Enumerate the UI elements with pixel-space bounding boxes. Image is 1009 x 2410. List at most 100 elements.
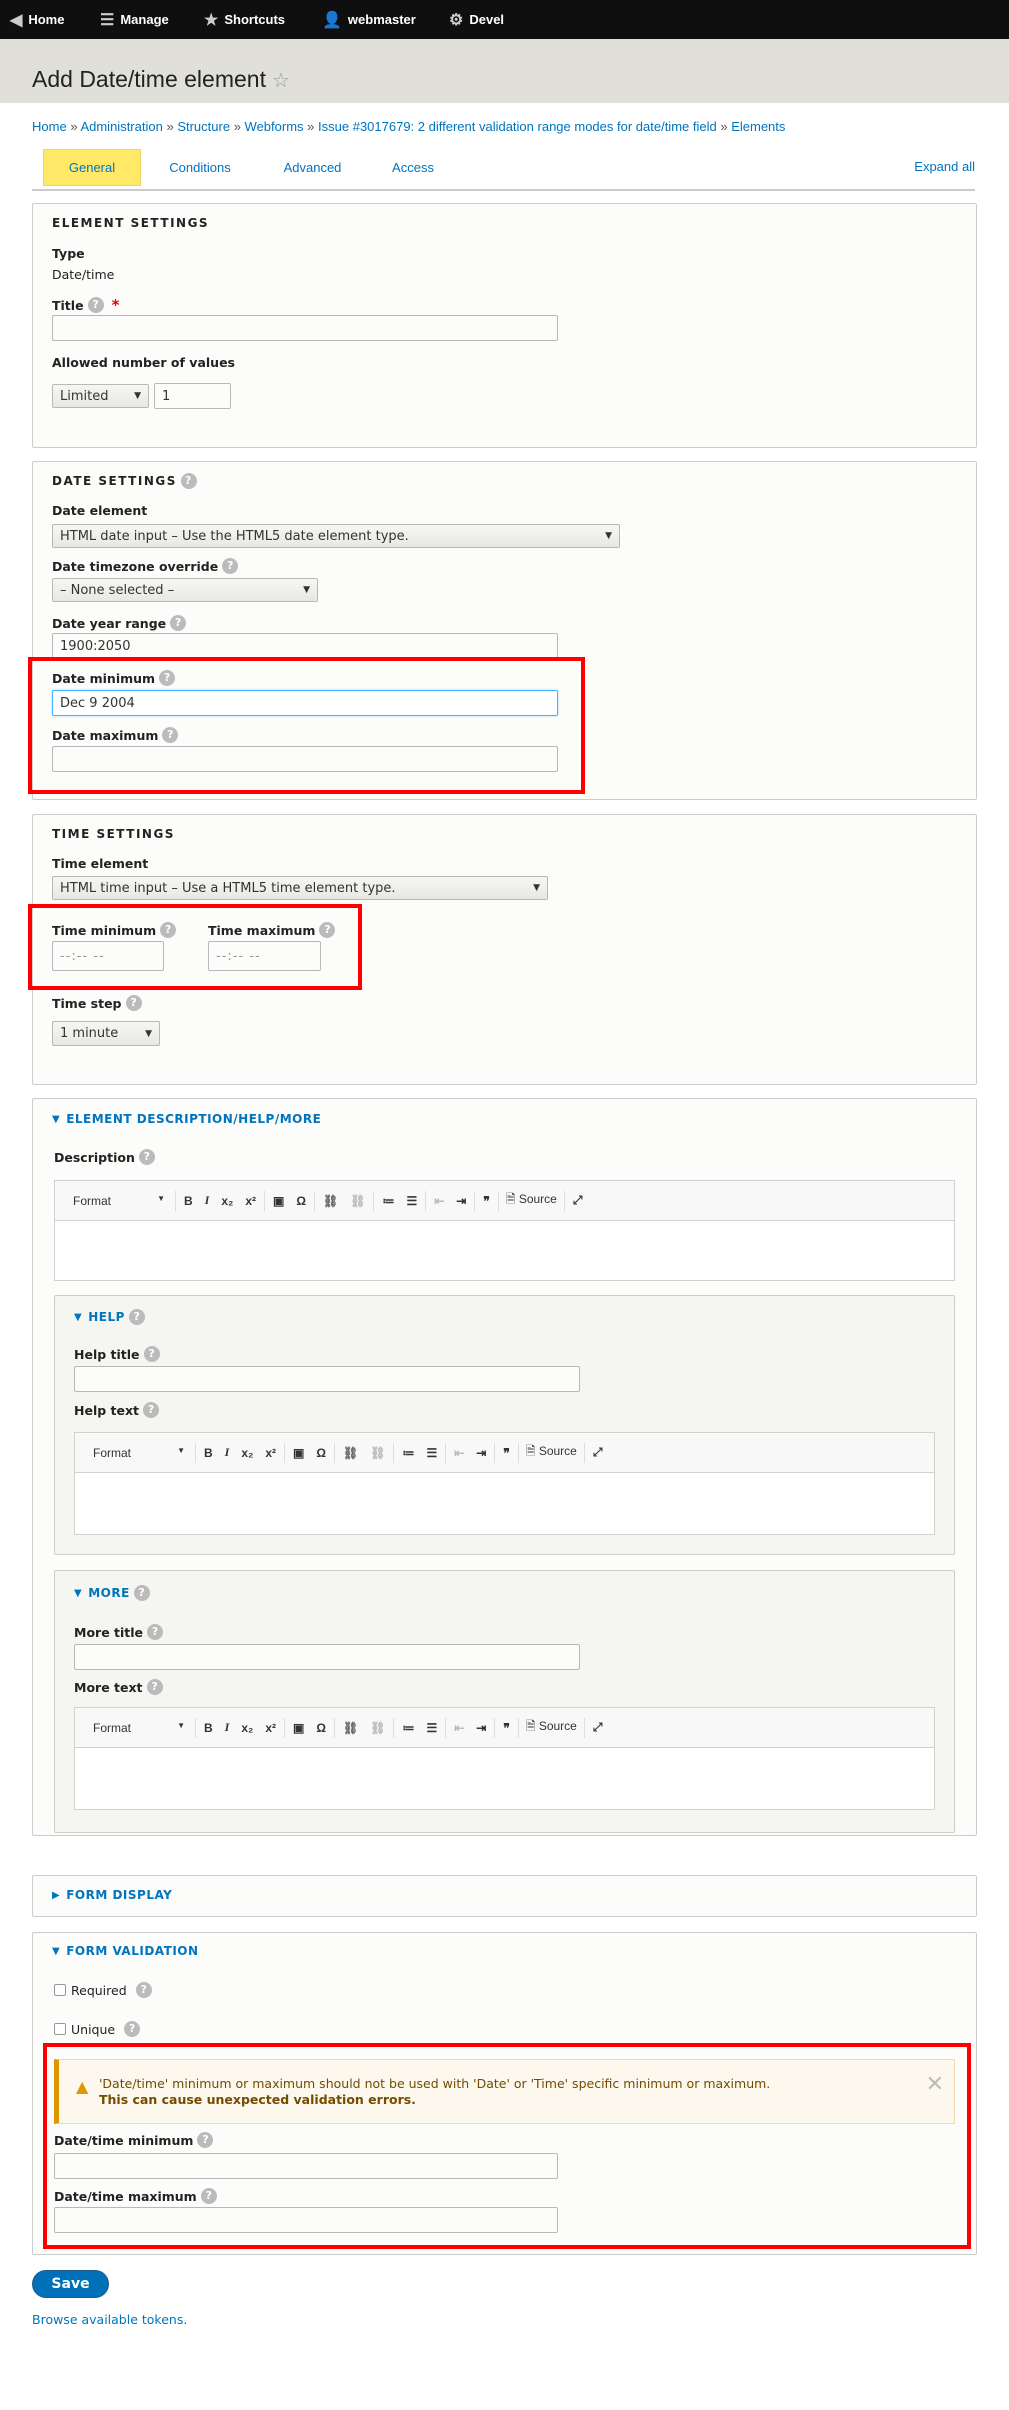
format-dropdown[interactable]: Format ▼: [93, 1446, 193, 1460]
help-icon[interactable]: [128, 1309, 145, 1325]
allowed-values-select[interactable]: Limited ▼: [52, 384, 149, 408]
numbered-list-icon[interactable]: ≔: [396, 1721, 420, 1735]
numbered-list-icon[interactable]: ≔: [396, 1446, 420, 1460]
maximize-icon[interactable]: ⤢: [587, 1445, 609, 1460]
date-minimum-input[interactable]: Dec 9 2004: [52, 690, 558, 716]
help-icon[interactable]: [124, 2021, 141, 2037]
date-year-range-input[interactable]: 1900:2050: [52, 633, 558, 659]
superscript-icon[interactable]: x²: [259, 1721, 282, 1735]
tab-general[interactable]: General: [43, 149, 141, 186]
toolbar-shortcuts[interactable]: ★ Shortcuts: [204, 0, 285, 39]
description-editor[interactable]: Format ▼ B I x₂ x² ▣ Ω ⛓ ⛓ ≔ ☰ ⇤ ⇥ ❞ 🗎 So…: [54, 1180, 955, 1281]
help-icon[interactable]: [143, 1346, 160, 1362]
indent-icon[interactable]: ⇥: [450, 1194, 472, 1208]
bulleted-list-icon[interactable]: ☰: [420, 1721, 443, 1735]
form-validation-summary[interactable]: ▼ Form validation: [52, 1944, 199, 1958]
blockquote-icon[interactable]: ❞: [497, 1721, 515, 1735]
help-text-editor[interactable]: Format ▼ B I x₂ x² ▣ Ω ⛓ ⛓ ≔ ☰ ⇤ ⇥ ❞ 🗎 So…: [74, 1432, 935, 1535]
link-icon[interactable]: ⛓: [337, 1721, 364, 1735]
breadcrumb-elements[interactable]: Elements: [731, 119, 785, 134]
datetime-minimum-input[interactable]: [54, 2153, 558, 2179]
italic-icon[interactable]: I: [219, 1720, 236, 1735]
time-maximum-input[interactable]: --:-- --: [208, 941, 321, 971]
help-icon[interactable]: [319, 922, 336, 938]
breadcrumb-issue[interactable]: Issue #3017679: 2 different validation r…: [318, 119, 717, 134]
help-icon[interactable]: [200, 2188, 217, 2204]
unique-checkbox[interactable]: Unique: [54, 2021, 141, 2037]
expand-all-link[interactable]: Expand all: [914, 159, 975, 174]
format-dropdown[interactable]: Format ▼: [93, 1721, 193, 1735]
help-icon[interactable]: [147, 1624, 164, 1640]
help-title-input[interactable]: [74, 1366, 580, 1392]
bulleted-list-icon[interactable]: ☰: [400, 1194, 423, 1208]
more-text-editor[interactable]: Format ▼ B I x₂ x² ▣ Ω ⛓ ⛓ ≔ ☰ ⇤ ⇥ ❞ 🗎 So…: [74, 1707, 935, 1810]
tab-conditions[interactable]: Conditions: [150, 149, 250, 186]
subscript-icon[interactable]: x₂: [215, 1194, 239, 1208]
tab-advanced[interactable]: Advanced: [265, 149, 360, 186]
indent-icon[interactable]: ⇥: [470, 1721, 492, 1735]
maximize-icon[interactable]: ⤢: [587, 1720, 609, 1735]
breadcrumb-administration[interactable]: Administration: [80, 119, 162, 134]
italic-icon[interactable]: I: [219, 1445, 236, 1460]
image-icon[interactable]: ▣: [287, 1721, 310, 1735]
superscript-icon[interactable]: x²: [239, 1194, 262, 1208]
help-icon[interactable]: [87, 297, 104, 313]
tab-access[interactable]: Access: [372, 149, 454, 186]
blockquote-icon[interactable]: ❞: [497, 1446, 515, 1460]
toolbar-manage[interactable]: ☰ Manage: [100, 0, 169, 39]
shortcut-star-icon[interactable]: ☆: [272, 70, 290, 92]
italic-icon[interactable]: I: [199, 1193, 216, 1208]
source-button[interactable]: 🗎 Source: [521, 1717, 582, 1738]
help-icon[interactable]: [143, 1402, 160, 1418]
breadcrumb-home[interactable]: Home: [32, 119, 67, 134]
source-button[interactable]: 🗎 Source: [521, 1442, 582, 1463]
time-step-select[interactable]: 1 minute ▼: [52, 1021, 160, 1046]
maximize-icon[interactable]: ⤢: [567, 1193, 589, 1208]
toolbar-user[interactable]: 👤 webmaster: [322, 0, 416, 39]
help-icon[interactable]: [222, 558, 239, 574]
unlink-icon[interactable]: ⛓: [364, 1721, 391, 1735]
help-icon[interactable]: [133, 1585, 150, 1601]
help-icon[interactable]: [138, 1149, 155, 1165]
breadcrumb-webforms[interactable]: Webforms: [245, 119, 304, 134]
title-input[interactable]: [52, 315, 558, 341]
browse-tokens-link[interactable]: Browse available tokens.: [32, 2312, 187, 2327]
link-icon[interactable]: ⛓: [317, 1194, 344, 1208]
source-button[interactable]: 🗎 Source: [501, 1190, 562, 1211]
time-element-select[interactable]: HTML time input – Use a HTML5 time eleme…: [52, 876, 548, 900]
breadcrumb-structure[interactable]: Structure: [177, 119, 230, 134]
help-icon[interactable]: [170, 615, 187, 631]
special-char-icon[interactable]: Ω: [290, 1194, 312, 1208]
blockquote-icon[interactable]: ❞: [477, 1194, 495, 1208]
help-icon[interactable]: [125, 995, 142, 1011]
close-icon[interactable]: ✕: [926, 2072, 944, 2097]
more-summary[interactable]: ▼ More: [74, 1585, 150, 1601]
date-element-select[interactable]: HTML date input – Use the HTML5 date ele…: [52, 524, 620, 548]
help-icon[interactable]: [159, 670, 176, 686]
format-dropdown[interactable]: Format ▼: [73, 1194, 173, 1208]
help-icon[interactable]: [135, 1982, 152, 1998]
date-maximum-input[interactable]: [52, 746, 558, 772]
indent-icon[interactable]: ⇥: [470, 1446, 492, 1460]
help-icon[interactable]: [146, 1679, 163, 1695]
superscript-icon[interactable]: x²: [259, 1446, 282, 1460]
date-timezone-select[interactable]: – None selected – ▼: [52, 578, 318, 602]
help-icon[interactable]: [162, 727, 179, 743]
checkbox[interactable]: [54, 1984, 66, 1996]
datetime-maximum-input[interactable]: [54, 2207, 558, 2233]
help-icon[interactable]: [197, 2132, 214, 2148]
toolbar-devel[interactable]: ⚙ Devel: [449, 0, 504, 39]
allowed-values-number[interactable]: 1: [154, 383, 231, 409]
numbered-list-icon[interactable]: ≔: [376, 1194, 400, 1208]
required-checkbox[interactable]: Required: [54, 1982, 152, 1998]
outdent-icon[interactable]: ⇤: [428, 1194, 450, 1208]
checkbox[interactable]: [54, 2023, 66, 2035]
form-display-summary[interactable]: ▶ Form display: [52, 1888, 172, 1902]
special-char-icon[interactable]: Ω: [310, 1446, 332, 1460]
outdent-icon[interactable]: ⇤: [448, 1446, 470, 1460]
help-icon[interactable]: [180, 473, 197, 489]
help-icon[interactable]: [160, 922, 177, 938]
toolbar-home[interactable]: ◀ Home: [10, 0, 64, 39]
special-char-icon[interactable]: Ω: [310, 1721, 332, 1735]
bold-icon[interactable]: B: [198, 1721, 219, 1735]
